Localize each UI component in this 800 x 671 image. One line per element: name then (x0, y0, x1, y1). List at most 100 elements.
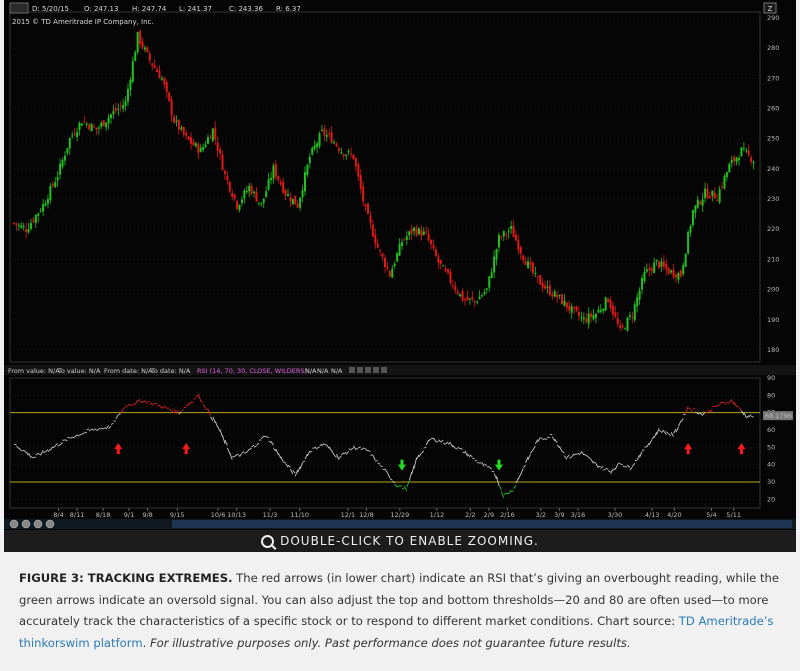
candle-body (585, 318, 588, 322)
candle-body (260, 203, 263, 205)
candle-body (716, 200, 719, 202)
x-tick-label: 10/6 (211, 511, 226, 519)
candle-body (379, 249, 382, 251)
chart-background (4, 0, 796, 530)
rsi-tick-label: 40 (767, 461, 775, 469)
candle-body (565, 302, 568, 308)
scroll-icon (45, 519, 55, 529)
price-tick-label: 210 (767, 255, 779, 263)
candle-body (330, 132, 333, 143)
candle-body (15, 223, 18, 225)
x-tick-label: 8/18 (96, 511, 111, 519)
candle-body (556, 294, 559, 298)
candle-body (46, 199, 49, 204)
candle-body (422, 231, 425, 235)
figure-caption: FIGURE 3: TRACKING EXTREMES. The red arr… (19, 568, 779, 654)
candle-body (527, 261, 530, 268)
candle-body (512, 226, 515, 238)
zoom-bar[interactable]: DOUBLE-CLICK TO ENABLE ZOOMING. (4, 530, 796, 552)
x-tick-label: 12/1 (341, 511, 356, 519)
candle-body (272, 165, 275, 179)
candle-body (95, 127, 98, 130)
candle-body (580, 316, 583, 318)
candle-body (42, 204, 45, 212)
study-bar-field: To date: N/A (150, 367, 191, 375)
candle-body (728, 163, 731, 173)
candle-body (262, 198, 265, 203)
candle-body (628, 314, 631, 317)
rsi-line-segment (127, 403, 131, 406)
candle-body (577, 312, 580, 317)
candle-body (742, 148, 745, 150)
candle-body (362, 186, 365, 202)
candle-body (461, 291, 464, 301)
candle-body (337, 148, 340, 151)
candle-body (173, 116, 176, 123)
candle-body (197, 144, 200, 153)
candle-body (570, 306, 573, 313)
candle-body (294, 195, 297, 205)
candle-body (20, 225, 23, 228)
candle-body (289, 197, 292, 202)
x-tick-label: 3/16 (571, 511, 586, 519)
x-tick-label: 1/12 (430, 511, 445, 519)
candle-body (417, 228, 420, 235)
x-tick-label: 5/11 (726, 511, 741, 519)
x-tick-label: 2/2 (465, 511, 475, 519)
header-value: D: 5/20/15 (32, 5, 69, 13)
candle-body (22, 226, 25, 228)
candle-body (381, 253, 384, 257)
zoom-z-label: Z (768, 5, 773, 13)
candle-body (495, 249, 498, 260)
candle-body (236, 200, 239, 209)
x-tick-label: 3/2 (536, 511, 546, 519)
candle-body (112, 111, 115, 115)
rsi-tick-label: 90 (767, 374, 775, 382)
candle-body (146, 47, 149, 52)
candle-body (354, 158, 357, 167)
candle-body (282, 181, 285, 193)
x-tick-label: 5/4 (706, 511, 716, 519)
rsi-line-segment (455, 448, 458, 450)
candle-body (594, 313, 597, 318)
candle-body (117, 108, 120, 110)
candle-body (93, 126, 96, 128)
candle-body (219, 149, 222, 154)
candle-body (131, 61, 134, 83)
candle-body (500, 236, 503, 238)
candle-body (531, 262, 534, 273)
candle-body (160, 78, 163, 80)
candle-body (626, 317, 629, 331)
candle-body (185, 133, 188, 136)
candle-body (248, 185, 251, 192)
candle-body (97, 127, 100, 129)
candle-body (638, 290, 641, 300)
candle-body (223, 171, 226, 174)
candle-body (667, 268, 670, 275)
candle-body (357, 164, 360, 177)
x-tick-label: 9/15 (170, 511, 185, 519)
rsi-line-segment (544, 438, 548, 440)
candle-body (299, 197, 302, 208)
candle-body (63, 155, 66, 161)
candle-body (684, 253, 687, 267)
candle-body (204, 144, 207, 147)
candle-body (609, 299, 612, 309)
price-tick-label: 260 (767, 105, 779, 113)
candle-body (573, 306, 576, 309)
candle-body (136, 31, 139, 53)
candle-body (228, 181, 231, 192)
candle-body (54, 182, 57, 188)
candle-body (590, 313, 593, 318)
header-value: H: 247.74 (132, 5, 167, 13)
candle-body (711, 190, 714, 196)
header-value: R: 6.37 (276, 5, 301, 13)
zoom-label: DOUBLE-CLICK TO ENABLE ZOOMING. (280, 534, 539, 548)
candle-body (190, 137, 193, 144)
rsi-study-label: RSI (14, 70, 30, CLOSE, WILDERS) (197, 367, 307, 375)
candle-body (604, 297, 607, 311)
chart-canvas[interactable]: D: 5/20/15 O: 247.13 H: 247.74 L: 241.37 C: … (4, 0, 796, 530)
x-tick-label: 12/8 (359, 511, 374, 519)
price-tick-label: 230 (767, 195, 779, 203)
candle-body (398, 243, 401, 256)
